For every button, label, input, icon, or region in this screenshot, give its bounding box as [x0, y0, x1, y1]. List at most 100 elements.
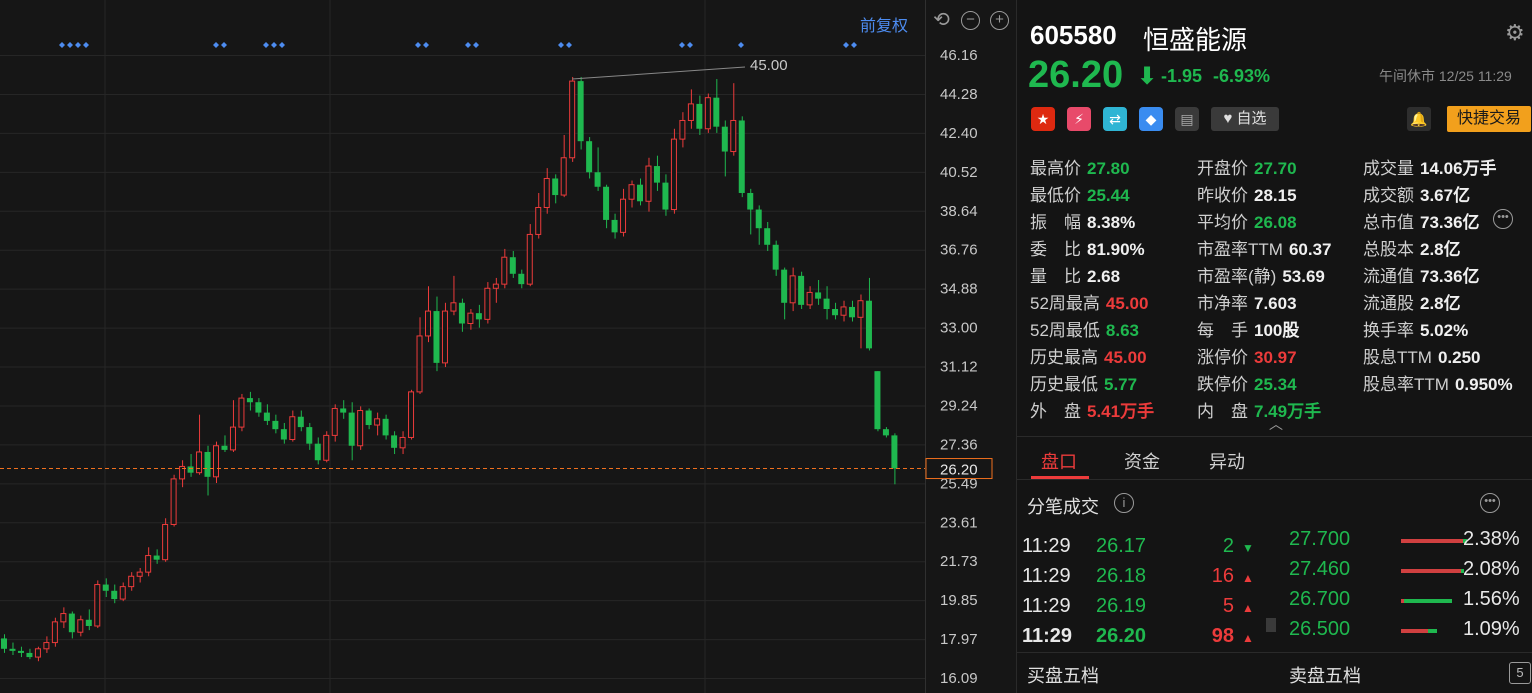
note-icon[interactable]: ▤ [1175, 107, 1199, 131]
event-marker-icon[interactable] [67, 42, 73, 48]
kline-chart-svg[interactable]: 46.16 44.28 42.40 40.52 38.64 36.76 34.88 33.00… [0, 0, 1016, 693]
event-marker-icon[interactable] [59, 42, 65, 48]
tick-price: 26.20 [1096, 625, 1147, 647]
candle-body [365, 410, 372, 426]
event-marker-icon[interactable] [75, 42, 81, 48]
stat-label: 涨停价 [1197, 348, 1248, 367]
candle-body [246, 398, 253, 403]
candle-body [738, 120, 745, 193]
kline-chart[interactable]: 46.16 44.28 42.40 40.52 38.64 36.76 34.88 33.00… [0, 0, 1016, 693]
distribution-row: 27.460 2.08% [1289, 558, 1529, 584]
stat-value: 2.8亿 [1420, 294, 1461, 313]
tab-alerts[interactable]: 异动 [1209, 448, 1245, 474]
add-watchlist-button[interactable]: ♥ 自选 [1211, 107, 1279, 131]
event-marker-icon[interactable] [415, 42, 421, 48]
stat-label: 历史最低 [1030, 375, 1098, 394]
event-marker-icon[interactable] [473, 42, 479, 48]
info-icon[interactable]: i [1114, 493, 1134, 513]
event-marker-icon[interactable] [738, 42, 744, 48]
candle-body [280, 429, 287, 440]
event-marker-icon[interactable] [843, 42, 849, 48]
tick-price: 26.17 [1096, 535, 1147, 557]
tab-orderbook[interactable]: 盘口 [1041, 448, 1077, 474]
stat-item: 内 盘 7.49万手 [1197, 397, 1321, 422]
arrow-down-icon: ▼ [1242, 541, 1254, 555]
scrollbar[interactable] [1266, 618, 1276, 632]
event-marker-icon[interactable] [679, 42, 685, 48]
adjust-mode-button[interactable]: 前复权 [860, 12, 908, 36]
stat-value: 53.69 [1282, 267, 1325, 286]
candle-body [637, 184, 643, 202]
candle-body [433, 311, 440, 363]
candle-body [891, 435, 898, 469]
stat-value: 8.63 [1105, 321, 1140, 340]
event-marker-icon[interactable] [465, 42, 471, 48]
stat-item: 委 比 81.90% [1030, 235, 1145, 260]
stat-value: 0.950% [1454, 375, 1513, 394]
watchlist-label: 自选 [1236, 110, 1267, 127]
bell-icon[interactable]: 🔔 [1407, 107, 1431, 131]
event-marker-icon[interactable] [221, 42, 227, 48]
stat-item: 总市值 73.36亿 [1363, 208, 1480, 233]
ticks-title: 分笔成交 [1027, 497, 1099, 517]
zoom-in-icon[interactable]: + [990, 11, 1009, 30]
gear-icon[interactable]: ⚙ [1505, 20, 1525, 46]
event-marker-icon[interactable] [213, 42, 219, 48]
more-icon[interactable]: ••• [1480, 493, 1500, 513]
tick-volume: 5 [1222, 595, 1234, 617]
candle-body [289, 416, 296, 441]
event-marker-icon[interactable] [566, 42, 572, 48]
zoom-out-icon[interactable]: − [961, 11, 980, 30]
more-icon[interactable]: ••• [1493, 209, 1513, 229]
stat-item: 股息率TTM 0.950% [1363, 370, 1513, 395]
candle-body [382, 418, 389, 436]
tag-icon[interactable]: ◆ [1139, 107, 1163, 131]
price-change: -1.95 [1161, 66, 1203, 86]
stat-item: 振 幅 8.38% [1030, 208, 1135, 233]
quick-trade-button[interactable]: 快捷交易 [1447, 106, 1531, 132]
candle-body [747, 192, 754, 210]
sell-five-label[interactable]: 卖盘五档 [1289, 662, 1361, 688]
connect-tag-icon[interactable]: ⇄ [1103, 107, 1127, 131]
reset-icon[interactable]: ⟲ [932, 10, 951, 30]
event-marker-icon[interactable] [263, 42, 269, 48]
candle-body [467, 312, 474, 325]
heart-icon: ♥ [1223, 110, 1237, 127]
event-marker-icon[interactable] [851, 42, 857, 48]
event-marker-icon[interactable] [687, 42, 693, 48]
event-marker-icon[interactable] [83, 42, 89, 48]
candle-body [501, 256, 508, 285]
candle-body [713, 97, 720, 127]
candle-body [357, 410, 364, 447]
stat-value: 27.80 [1087, 159, 1130, 178]
quote-panel: 605580 恒盛能源 ⚙ 26.20 ⬇ -1.95 -6.93% 午间休市 … [1016, 0, 1532, 693]
candle-body [162, 523, 169, 561]
candle-body [509, 257, 516, 274]
tick-volume: 2 [1222, 535, 1234, 557]
stat-item: 历史最低 5.77 [1030, 370, 1137, 395]
candle-body [213, 445, 219, 478]
candle-body [874, 371, 881, 430]
candle-body [518, 273, 525, 285]
event-marker-icon[interactable] [271, 42, 277, 48]
candle-body [51, 621, 58, 644]
y-tick-label: 46.16 [940, 47, 978, 64]
candle-body [221, 445, 228, 450]
candle-body [882, 429, 889, 436]
stat-item: 量 比 2.68 [1030, 262, 1120, 287]
chevron-up-icon[interactable]: ︿ [1269, 414, 1283, 434]
candle-body [136, 571, 143, 577]
candle-body [102, 584, 109, 591]
stat-label: 总股本 [1363, 240, 1414, 259]
candle-body [611, 219, 618, 233]
tab-funds[interactable]: 资金 [1124, 448, 1160, 474]
depth-five-icon[interactable]: 5 [1509, 662, 1531, 684]
candle-body [798, 275, 805, 305]
event-marker-icon[interactable] [558, 42, 564, 48]
stat-item: 每 手 100股 [1197, 316, 1299, 341]
y-tick-label: 42.40 [940, 125, 978, 142]
event-marker-icon[interactable] [423, 42, 429, 48]
event-marker-icon[interactable] [279, 42, 285, 48]
buy-five-label[interactable]: 买盘五档 [1027, 662, 1099, 688]
margin-tag-icon[interactable]: ⚡ [1067, 107, 1091, 131]
